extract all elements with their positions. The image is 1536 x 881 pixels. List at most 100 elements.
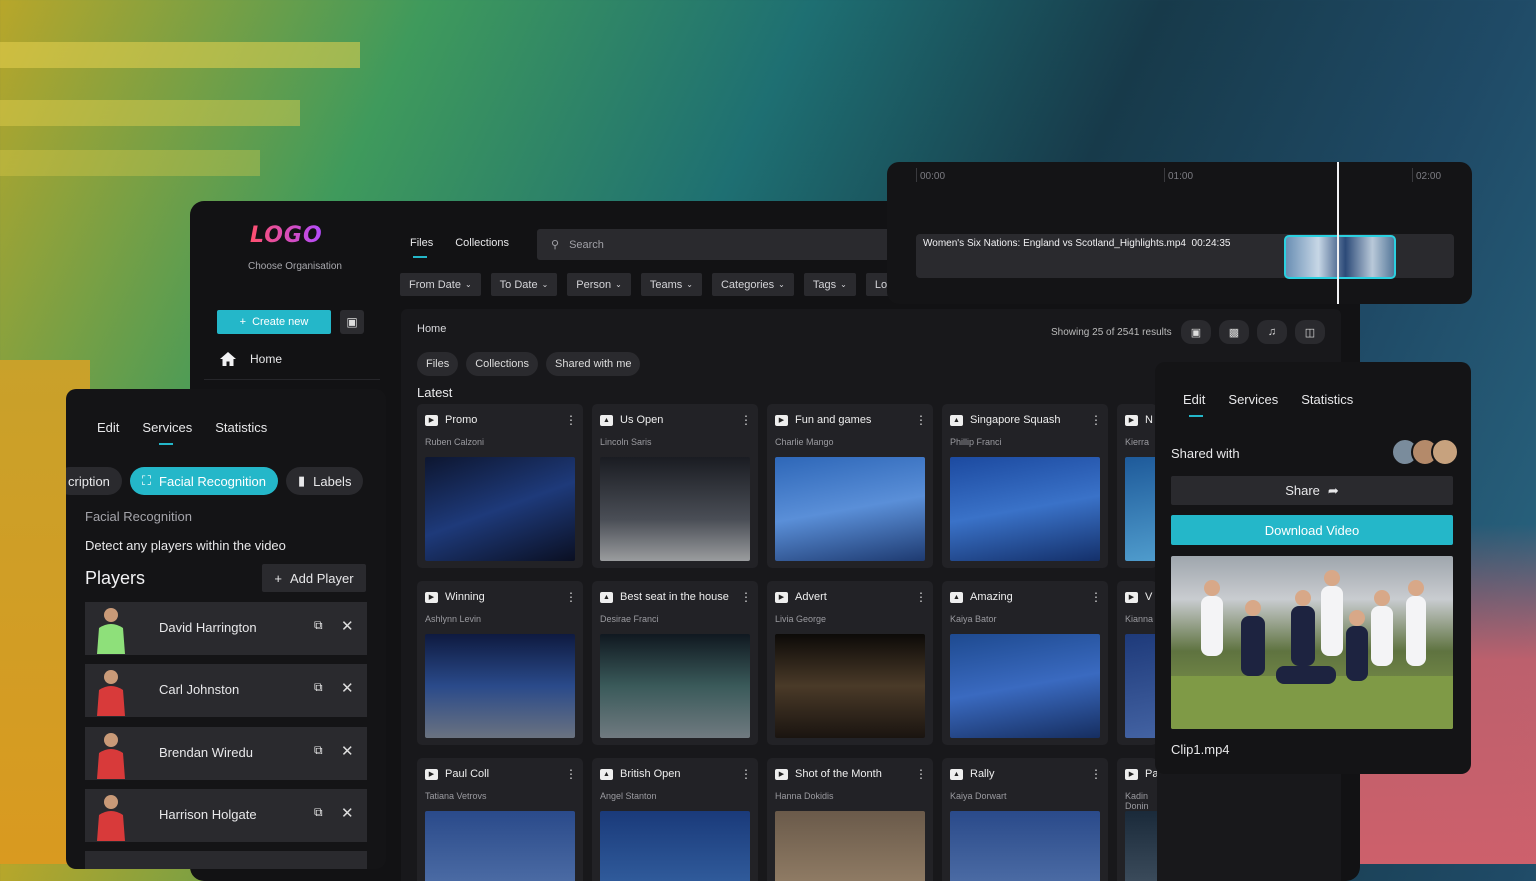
- card-thumbnail[interactable]: [950, 457, 1100, 561]
- filter-categories[interactable]: Categories ⌄: [711, 273, 794, 296]
- more-options-icon[interactable]: ⋮: [915, 767, 927, 781]
- more-options-icon[interactable]: ⋮: [565, 767, 577, 781]
- media-card[interactable]: ▶ Paul Coll ⋮ Tatiana Vetrovs: [417, 758, 583, 881]
- card-thumbnail[interactable]: [600, 634, 750, 738]
- playhead[interactable]: [1337, 162, 1339, 304]
- media-card[interactable]: ▲ Amazing ⋮ Kaiya Bator: [942, 581, 1108, 745]
- card-thumbnail[interactable]: [425, 634, 575, 738]
- tag-icon: ▮: [297, 473, 306, 488]
- media-card[interactable]: ▲ Best seat in the house ⋮ Desirae Franci: [592, 581, 758, 745]
- card-owner: Ruben Calzoni: [425, 437, 485, 447]
- card-thumbnail[interactable]: [775, 811, 925, 881]
- pill-shared-with-me[interactable]: Shared with me: [546, 352, 641, 376]
- copy-icon[interactable]: ⧉: [314, 618, 323, 633]
- player-row[interactable]: [85, 851, 367, 869]
- player-row[interactable]: David Harrington ⧉ ✕: [85, 602, 367, 655]
- view-audio-button[interactable]: ♫: [1257, 320, 1287, 344]
- close-icon[interactable]: ✕: [341, 804, 354, 822]
- card-thumbnail[interactable]: [425, 457, 575, 561]
- card-title: ▶ Winning: [425, 591, 485, 603]
- card-title-text: V: [1145, 591, 1153, 603]
- card-thumbnail[interactable]: [1125, 811, 1157, 881]
- tab-statistics[interactable]: Statistics: [1301, 392, 1353, 407]
- player-row[interactable]: Carl Johnston ⧉ ✕: [85, 664, 367, 717]
- more-options-icon[interactable]: ⋮: [565, 413, 577, 427]
- tab-services[interactable]: Services: [142, 420, 192, 445]
- copy-icon[interactable]: ⧉: [314, 680, 323, 695]
- media-card[interactable]: ▶ N Kierra: [1117, 404, 1157, 568]
- tab-collections[interactable]: Collections: [455, 237, 509, 249]
- media-card[interactable]: ▲ Us Open ⋮ Lincoln Saris: [592, 404, 758, 568]
- more-options-icon[interactable]: ⋮: [740, 590, 752, 604]
- more-options-icon[interactable]: ⋮: [740, 767, 752, 781]
- close-icon[interactable]: ✕: [341, 742, 354, 760]
- media-card[interactable]: ▶ Fun and games ⋮ Charlie Mango: [767, 404, 933, 568]
- card-thumbnail[interactable]: [775, 634, 925, 738]
- media-card[interactable]: ▲ Rally ⋮ Kaiya Dorwart: [942, 758, 1108, 881]
- card-thumbnail[interactable]: [1125, 457, 1157, 561]
- media-card[interactable]: ▶ Shot of the Month ⋮ Hanna Dokidis: [767, 758, 933, 881]
- pill-files[interactable]: Files: [417, 352, 459, 376]
- chip-facial-recognition[interactable]: ⛶ Facial Recognition: [129, 467, 278, 495]
- search-input[interactable]: ⚲ Search: [537, 229, 911, 260]
- create-new-button[interactable]: + Create new: [217, 310, 331, 334]
- image-icon: ▲: [600, 768, 613, 780]
- download-video-button[interactable]: Download Video: [1171, 515, 1453, 545]
- media-card[interactable]: ▶ V Kianna: [1117, 581, 1157, 745]
- sidebar-item-home[interactable]: Home: [220, 352, 282, 366]
- share-button[interactable]: Share ➦: [1171, 476, 1453, 505]
- card-owner: Kadin Donin: [1125, 791, 1149, 811]
- upload-button[interactable]: ▣: [340, 310, 364, 334]
- card-thumbnail[interactable]: [775, 457, 925, 561]
- card-thumbnail[interactable]: [1125, 634, 1157, 738]
- tab-edit[interactable]: Edit: [1183, 392, 1205, 417]
- media-card[interactable]: ▶ Paris Open Kadin Donin: [1117, 758, 1157, 881]
- media-card[interactable]: ▶ Winning ⋮ Ashlynn Levin: [417, 581, 583, 745]
- add-player-button[interactable]: + Add Player: [262, 564, 366, 592]
- filter-from-date[interactable]: From Date ⌄: [400, 273, 481, 296]
- card-thumbnail[interactable]: [950, 811, 1100, 881]
- media-card[interactable]: ▲ British Open ⋮ Angel Stanton: [592, 758, 758, 881]
- tab-statistics[interactable]: Statistics: [215, 420, 267, 435]
- video-icon: ▩: [1228, 326, 1240, 339]
- view-images-button[interactable]: ▣: [1181, 320, 1211, 344]
- copy-icon[interactable]: ⧉: [314, 743, 323, 758]
- media-card[interactable]: ▶ Advert ⋮ Livia George: [767, 581, 933, 745]
- card-thumbnail[interactable]: [600, 811, 750, 881]
- card-thumbnail[interactable]: [600, 457, 750, 561]
- copy-icon[interactable]: ⧉: [314, 805, 323, 820]
- card-thumbnail[interactable]: [950, 634, 1100, 738]
- clip-preview[interactable]: [1171, 556, 1453, 729]
- more-options-icon[interactable]: ⋮: [565, 590, 577, 604]
- close-icon[interactable]: ✕: [341, 679, 354, 697]
- choose-organisation[interactable]: Choose Organisation: [248, 261, 342, 272]
- clip-duration: 00:24:35: [1191, 238, 1231, 249]
- chip-labels[interactable]: ▮ Labels: [285, 467, 364, 495]
- filter-tags[interactable]: Tags ⌄: [803, 273, 856, 296]
- more-options-icon[interactable]: ⋮: [740, 413, 752, 427]
- more-options-icon[interactable]: ⋮: [915, 413, 927, 427]
- card-thumbnail[interactable]: [425, 811, 575, 881]
- view-video-button[interactable]: ▩: [1219, 320, 1249, 344]
- filter-to-date[interactable]: To Date ⌄: [490, 273, 558, 296]
- more-options-icon[interactable]: ⋮: [915, 590, 927, 604]
- filter-teams[interactable]: Teams ⌄: [640, 273, 702, 296]
- media-card[interactable]: ▶ Promo ⋮ Ruben Calzoni: [417, 404, 583, 568]
- more-options-icon[interactable]: ⋮: [1090, 413, 1102, 427]
- more-options-icon[interactable]: ⋮: [1090, 767, 1102, 781]
- player-row[interactable]: Harrison Holgate ⧉ ✕: [85, 789, 367, 842]
- chip-description[interactable]: cription: [66, 467, 122, 495]
- tab-edit[interactable]: Edit: [97, 420, 119, 435]
- more-options-icon[interactable]: ⋮: [1090, 590, 1102, 604]
- pill-collections[interactable]: Collections: [466, 352, 539, 376]
- clip-thumbnail[interactable]: [1284, 235, 1396, 279]
- view-document-button[interactable]: ◫: [1295, 320, 1325, 344]
- tab-files[interactable]: Files: [410, 237, 433, 258]
- breadcrumb[interactable]: Home: [417, 323, 446, 335]
- media-card[interactable]: ▲ Singapore Squash ⋮ Phillip Franci: [942, 404, 1108, 568]
- close-icon[interactable]: ✕: [341, 617, 354, 635]
- tab-services[interactable]: Services: [1228, 392, 1278, 407]
- shared-avatars[interactable]: [1391, 438, 1459, 466]
- filter-person[interactable]: Person ⌄: [567, 273, 631, 296]
- player-row[interactable]: Brendan Wiredu ⧉ ✕: [85, 727, 367, 780]
